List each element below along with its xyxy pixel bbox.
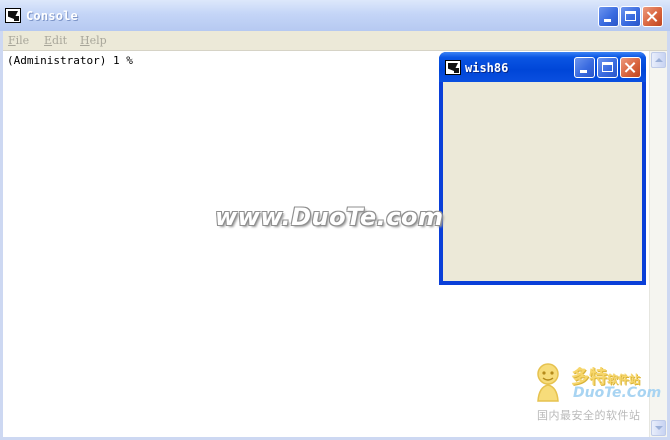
console-close-button[interactable] [642,6,663,27]
menu-help[interactable]: Help [80,34,107,47]
minimize-icon [604,19,611,22]
console-vertical-scrollbar[interactable] [649,51,667,437]
tk-feather-icon[interactable] [445,60,461,75]
console-menubar: File Edit Help [3,31,667,51]
chevron-down-icon [655,426,663,430]
wish86-window: wish86 [439,52,646,285]
scroll-up-button[interactable] [651,52,666,68]
watermark-logo: 多特软件站 DuoTe.Com 国内最安全的软件站 [531,361,661,425]
close-icon [621,58,640,77]
console-prompt: (Administrator) 1 % [7,54,133,67]
watermark-slogan: 国内最安全的软件站 [537,409,641,422]
wish86-minimize-button[interactable] [574,57,595,78]
menu-file[interactable]: File [8,34,29,47]
watermark-center-text: www.DuoTe.com [215,203,444,231]
mascot-icon [537,363,559,402]
wish86-maximize-button[interactable] [597,57,618,78]
wish86-close-button[interactable] [620,57,641,78]
chevron-up-icon [655,58,663,62]
menu-edit[interactable]: Edit [44,34,67,47]
wish86-titlebar[interactable]: wish86 [439,52,646,82]
scroll-down-button[interactable] [651,420,666,436]
console-maximize-button[interactable] [620,6,641,27]
close-icon [643,7,662,26]
console-titlebar[interactable]: Console [0,0,670,31]
window-border-left [0,31,3,440]
wish86-client-area[interactable] [443,82,642,281]
maximize-icon [602,62,613,72]
maximize-icon [625,11,636,21]
console-minimize-button[interactable] [598,6,619,27]
minimize-icon [580,70,587,73]
wish86-title: wish86 [465,61,509,75]
watermark-domain: DuoTe.Com [573,385,662,401]
tk-feather-icon[interactable] [5,8,21,23]
console-title: Console [26,9,78,23]
